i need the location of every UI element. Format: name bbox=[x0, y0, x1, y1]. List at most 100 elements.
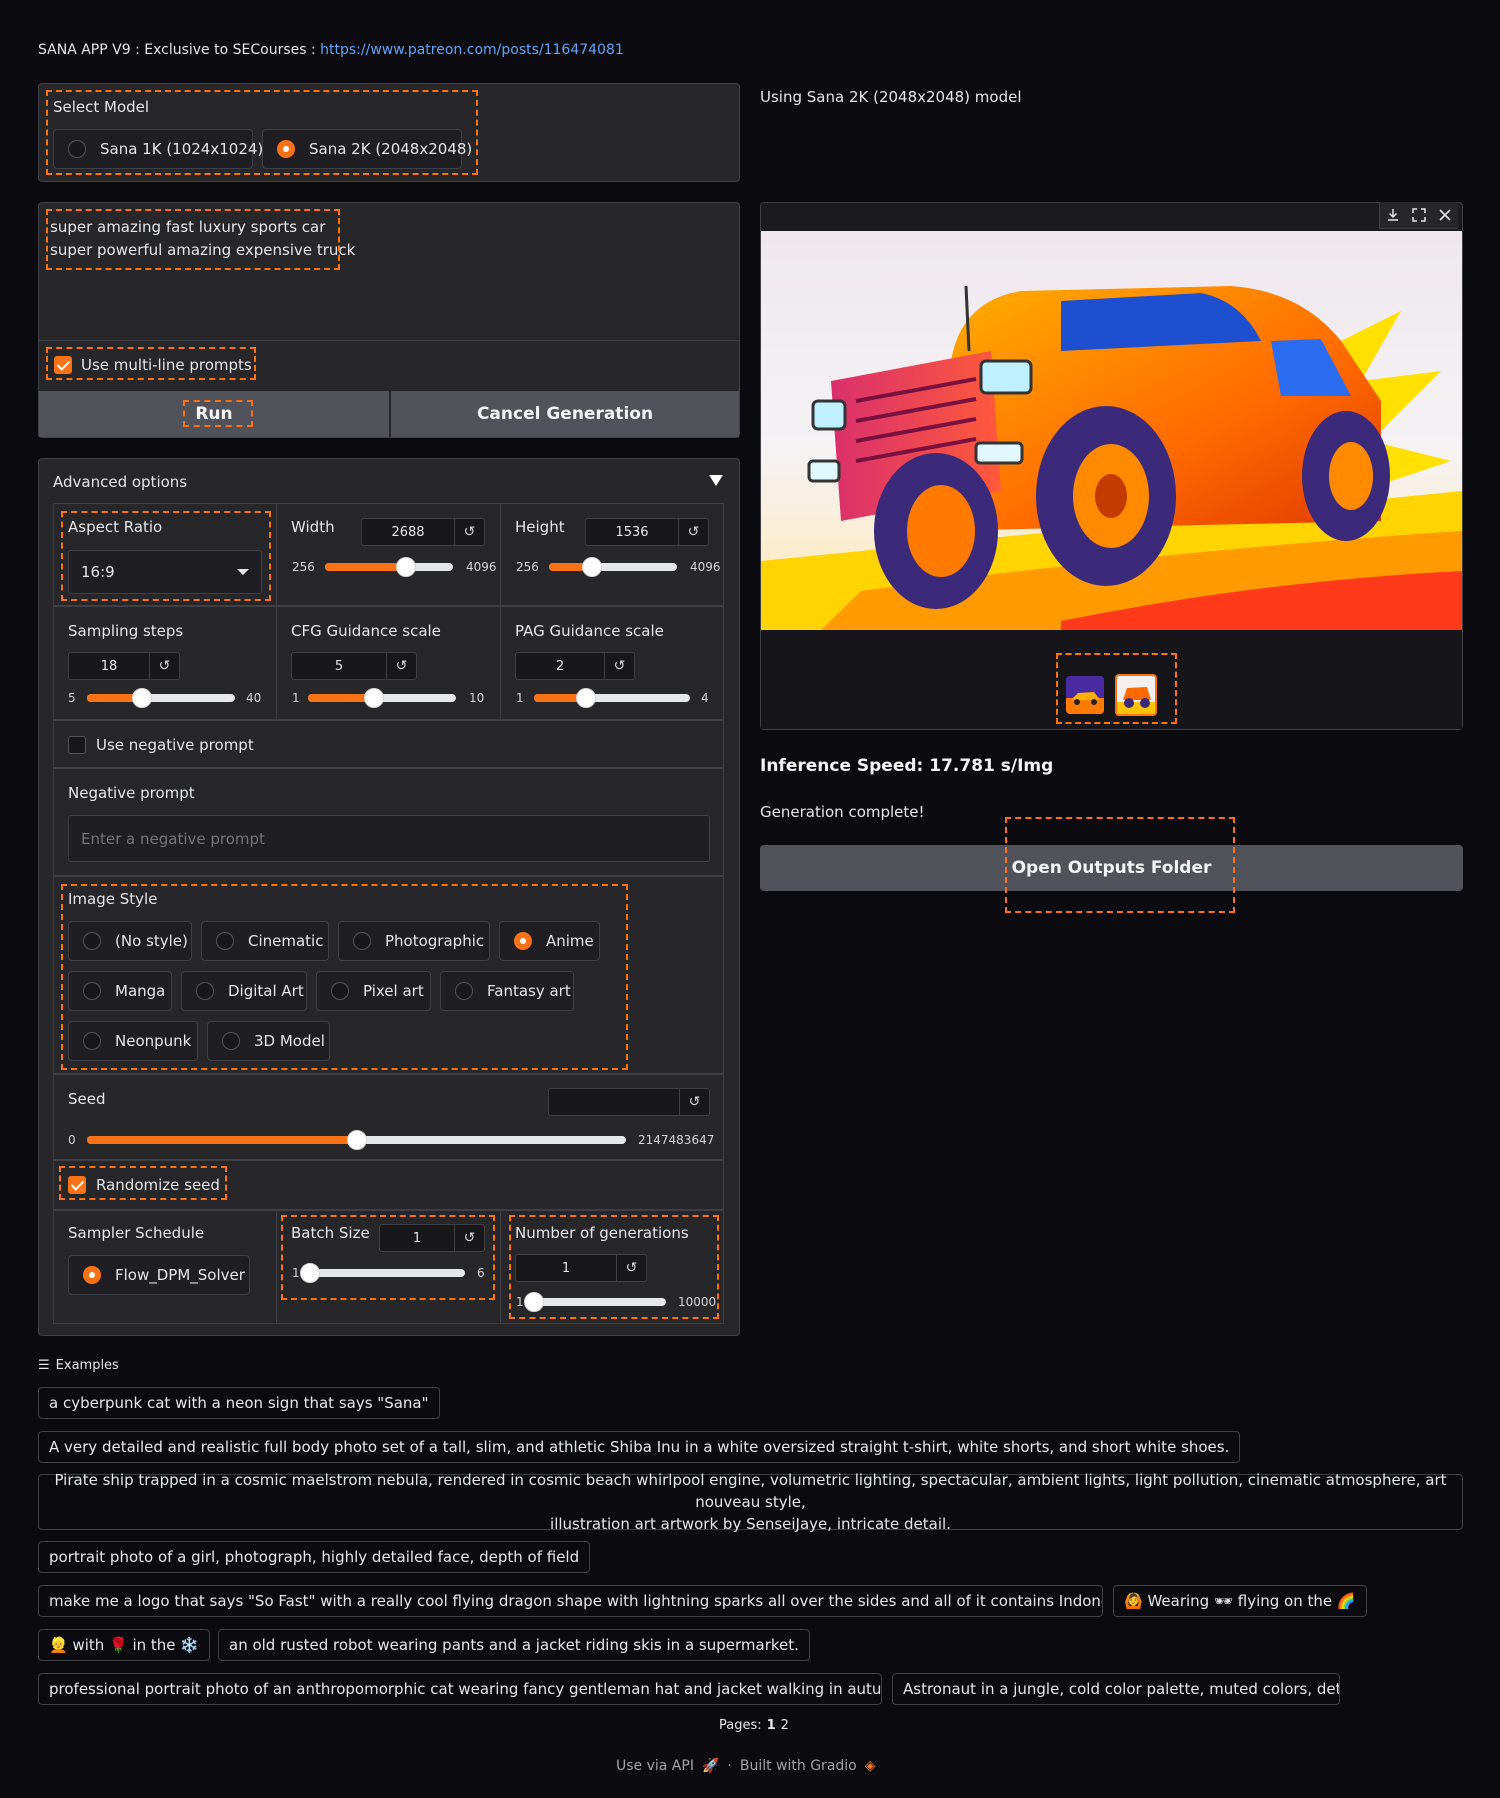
steps-slider[interactable] bbox=[87, 688, 235, 708]
negative-prompt-input[interactable] bbox=[68, 815, 710, 862]
batch-input[interactable]: 1 ↺ bbox=[379, 1224, 485, 1252]
style-option-manga[interactable]: Manga bbox=[68, 971, 172, 1011]
generation-status: Generation complete! bbox=[760, 803, 925, 821]
reset-icon[interactable]: ↺ bbox=[149, 653, 179, 679]
style-option-neonpunk[interactable]: Neonpunk bbox=[68, 1021, 198, 1061]
image-style-label: Image Style bbox=[68, 890, 158, 908]
page-1[interactable]: 1 bbox=[767, 1718, 776, 1733]
run-button[interactable]: Run bbox=[39, 391, 389, 437]
negative-prompt-label: Negative prompt bbox=[68, 784, 195, 802]
thumbnail-strip bbox=[761, 630, 1462, 729]
width-label: Width bbox=[291, 518, 335, 536]
use-api-link[interactable]: Use via API bbox=[616, 1758, 694, 1774]
reset-icon[interactable]: ↺ bbox=[678, 519, 708, 545]
randomize-label: Randomize seed bbox=[96, 1176, 220, 1194]
seed-slider[interactable] bbox=[87, 1130, 626, 1150]
patreon-link[interactable]: https://www.patreon.com/posts/116474081 bbox=[320, 42, 624, 58]
model-option-2k[interactable]: Sana 2K (2048x2048) bbox=[262, 129, 472, 169]
example-item[interactable]: A very detailed and realistic full body … bbox=[38, 1431, 1241, 1463]
example-item[interactable]: a cyberpunk cat with a neon sign that sa… bbox=[38, 1387, 440, 1419]
inference-speed: Inference Speed: 17.781 s/Img bbox=[760, 756, 1054, 776]
batch-label: Batch Size bbox=[291, 1224, 370, 1242]
model-status: Using Sana 2K (2048x2048) model bbox=[760, 88, 1022, 106]
steps-label: Sampling steps bbox=[68, 622, 184, 640]
style-option-cinematic[interactable]: Cinematic bbox=[201, 921, 329, 961]
randomize-checkbox[interactable] bbox=[68, 1176, 86, 1194]
sampler-option-flow-dpm[interactable]: Flow_DPM_Solver bbox=[68, 1255, 250, 1295]
pagination: Pages: 1 2 bbox=[719, 1718, 789, 1733]
generations-label: Number of generations bbox=[515, 1224, 689, 1242]
model-option-1k[interactable]: Sana 1K (1024x1024) bbox=[53, 129, 263, 169]
prompt-textarea[interactable]: super amazing fast luxury sports car sup… bbox=[38, 202, 740, 340]
cfg-label: CFG Guidance scale bbox=[291, 622, 441, 640]
gradio-logo-icon: ◈ bbox=[864, 1758, 876, 1774]
generations-slider[interactable] bbox=[524, 1292, 666, 1312]
collapse-triangle-icon[interactable] bbox=[709, 475, 723, 486]
thumbnail-truck-selected[interactable] bbox=[1115, 674, 1157, 716]
example-item[interactable]: Pirate ship trapped in a cosmic maelstro… bbox=[38, 1471, 1463, 1533]
pag-input[interactable]: 2 ↺ bbox=[515, 652, 635, 680]
width-slider[interactable] bbox=[325, 557, 453, 577]
gallery-toolbar bbox=[1379, 202, 1458, 229]
sampler-label: Sampler Schedule bbox=[68, 1224, 205, 1242]
example-item[interactable]: professional portrait photo of an anthro… bbox=[38, 1673, 882, 1705]
example-item[interactable]: 🙆 Wearing 🕶 flying on the 🌈 bbox=[1113, 1585, 1367, 1617]
example-item[interactable]: an old rusted robot wearing pants and a … bbox=[218, 1629, 810, 1661]
advanced-title[interactable]: Advanced options bbox=[53, 473, 187, 491]
example-item[interactable]: Astronaut in a jungle, cold color palett… bbox=[892, 1673, 1340, 1705]
reset-icon[interactable]: ↺ bbox=[679, 1089, 709, 1115]
reset-icon[interactable]: ↺ bbox=[454, 1225, 484, 1251]
generations-input[interactable]: 1 ↺ bbox=[515, 1254, 647, 1282]
app-title: SANA APP V9 : Exclusive to SECourses : h… bbox=[38, 42, 624, 58]
batch-slider[interactable] bbox=[300, 1263, 465, 1283]
model-select-label: Select Model bbox=[53, 98, 150, 116]
close-icon[interactable] bbox=[1432, 202, 1458, 228]
examples-header: ☰ Examples bbox=[38, 1358, 119, 1373]
seed-label: Seed bbox=[68, 1090, 106, 1108]
seed-input[interactable]: ↺ bbox=[548, 1088, 710, 1116]
radio-circle-selected bbox=[277, 140, 295, 158]
aspect-ratio-label: Aspect Ratio bbox=[68, 518, 163, 536]
cfg-slider[interactable] bbox=[308, 688, 456, 708]
example-item[interactable]: portrait photo of a girl, photograph, hi… bbox=[38, 1541, 591, 1573]
fullscreen-icon[interactable] bbox=[1406, 202, 1432, 228]
rocket-icon: 🚀 bbox=[701, 1758, 720, 1774]
reset-icon[interactable]: ↺ bbox=[604, 653, 634, 679]
style-option-3d-model[interactable]: 3D Model bbox=[207, 1021, 330, 1061]
built-with-gradio-link[interactable]: Built with Gradio bbox=[740, 1758, 857, 1774]
negative-checkbox[interactable] bbox=[68, 736, 86, 754]
style-option-anime[interactable]: Anime bbox=[499, 921, 600, 961]
style-option-pixel-art[interactable]: Pixel art bbox=[316, 971, 431, 1011]
reset-icon[interactable]: ↺ bbox=[386, 653, 416, 679]
cancel-button[interactable]: Cancel Generation bbox=[390, 391, 739, 437]
reset-icon[interactable]: ↺ bbox=[616, 1255, 646, 1281]
page-2[interactable]: 2 bbox=[781, 1718, 789, 1733]
thumbnail-sports-car[interactable] bbox=[1066, 676, 1104, 714]
generated-image[interactable] bbox=[761, 231, 1462, 630]
pag-label: PAG Guidance scale bbox=[515, 622, 664, 640]
style-option-digital-art[interactable]: Digital Art bbox=[181, 971, 307, 1011]
height-input[interactable]: 1536 ↺ bbox=[585, 518, 709, 546]
negative-toggle-label: Use negative prompt bbox=[96, 736, 254, 754]
steps-input[interactable]: 18 ↺ bbox=[68, 652, 180, 680]
footer: Use via API 🚀 · Built with Gradio ◈ bbox=[616, 1758, 876, 1774]
style-option-no-style[interactable]: (No style) bbox=[68, 921, 192, 961]
height-label: Height bbox=[515, 518, 565, 536]
example-item[interactable]: make me a logo that says "So Fast" with … bbox=[38, 1585, 1103, 1617]
multiline-label: Use multi-line prompts bbox=[81, 356, 252, 374]
aspect-ratio-dropdown[interactable]: 16:9 bbox=[68, 550, 262, 594]
radio-circle bbox=[68, 140, 86, 158]
style-option-fantasy-art[interactable]: Fantasy art bbox=[440, 971, 574, 1011]
open-outputs-button[interactable]: Open Outputs Folder bbox=[760, 845, 1463, 891]
reset-icon[interactable]: ↺ bbox=[454, 519, 484, 545]
multiline-checkbox[interactable] bbox=[54, 356, 72, 374]
cfg-input[interactable]: 5 ↺ bbox=[291, 652, 417, 680]
example-item[interactable]: 👱 with 🌹 in the ❄️ bbox=[38, 1629, 210, 1661]
style-option-photographic[interactable]: Photographic bbox=[338, 921, 490, 961]
row-seed bbox=[53, 1074, 724, 1160]
list-icon: ☰ bbox=[38, 1358, 50, 1373]
pag-slider[interactable] bbox=[534, 688, 690, 708]
width-input[interactable]: 2688 ↺ bbox=[361, 518, 485, 546]
download-icon[interactable] bbox=[1380, 202, 1406, 228]
height-slider[interactable] bbox=[549, 557, 677, 577]
